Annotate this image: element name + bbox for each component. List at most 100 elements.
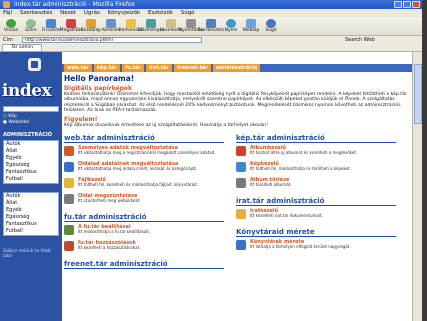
- language-button[interactable]: Nyelv: [222, 17, 240, 34]
- url-input[interactable]: http://www.tar.hu/adminisztracio.phtml: [22, 37, 202, 43]
- home-icon: [86, 19, 96, 28]
- list-item[interactable]: Egyéb: [6, 207, 58, 214]
- main-content: Hello Panorama! Digitális papírképek Ked…: [64, 74, 409, 128]
- list-item[interactable]: Képkezelő Itt töltheti fel, módosíthatja …: [236, 161, 406, 175]
- web-search-button[interactable]: Search Web: [345, 36, 375, 44]
- image-icon: [236, 162, 246, 172]
- vertical-scrollbar[interactable]: [412, 52, 422, 321]
- nav-fu-tar[interactable]: fu.tár: [122, 64, 144, 72]
- nav-irat-tar[interactable]: irat.tár: [145, 64, 172, 72]
- list-item[interactable]: Állat: [6, 148, 58, 155]
- list-item[interactable]: Egészség: [6, 162, 58, 169]
- search-icon: [106, 19, 116, 28]
- kep-tar-section: kép.tár adminisztráció Albumkezelő Itt ho…: [236, 134, 406, 253]
- reload-icon: [46, 19, 56, 28]
- scroll-thumb[interactable]: [414, 64, 422, 124]
- links-bar: Tár admin: [0, 44, 422, 52]
- menu-bookmarks[interactable]: Könyvjelzők: [105, 10, 144, 16]
- section-title: irat.tár adminisztráció: [236, 197, 396, 206]
- list-item[interactable]: Albumkezelő Itt hozhat létre új albumot é…: [236, 145, 406, 159]
- list-item[interactable]: Könyvtárak mérete Itt láthatja a tárhelye…: [236, 239, 406, 253]
- mail-icon: [166, 19, 176, 28]
- nav-kep-tar[interactable]: kép.tár: [93, 64, 121, 72]
- menu-go[interactable]: Ugrás: [81, 10, 103, 16]
- web-tar-section: web.tár adminisztráció Személyes adatok …: [64, 134, 234, 269]
- section-heading: Digitális papírképek: [64, 85, 132, 92]
- comment-icon: [64, 241, 74, 251]
- list-item[interactable]: Egyéb: [6, 155, 58, 162]
- disk-icon: [236, 240, 246, 250]
- back-icon: [6, 19, 16, 28]
- document-icon: [236, 209, 246, 219]
- section-title: kép.tár adminisztráció: [236, 134, 396, 143]
- menu-tools[interactable]: Eszközök: [145, 10, 176, 16]
- section-title: fu.tár adminisztráció: [64, 213, 224, 222]
- globe-icon: [226, 19, 236, 28]
- stop-button[interactable]: Megállítás: [60, 17, 82, 34]
- browser-window: index.tár adminisztráció - Mozilla Firef…: [0, 0, 422, 321]
- maximize-button[interactable]: [403, 1, 411, 8]
- sidebar-footer[interactable]: Szóljon nekünk ha hibát talál: [3, 248, 59, 258]
- category-list-1[interactable]: Autók Állat Egyéb Egészség Fantasztikus …: [3, 140, 59, 184]
- list-item[interactable]: Fantasztikus: [6, 169, 58, 176]
- list-item[interactable]: Oldalad adatainak megváltoztatása Itt vál…: [64, 161, 234, 175]
- list-item[interactable]: Autók: [6, 141, 58, 148]
- top-navigation: web.tár kép.tár fu.tár irat.tár freenet.…: [62, 64, 422, 72]
- list-item[interactable]: A fu.tár beállításai Itt módosíthatja a f…: [64, 224, 234, 238]
- list-item[interactable]: Fájlkezelő Itt töltheti fel, kezelheti és…: [64, 177, 234, 191]
- list-item[interactable]: Album törlése Itt törölheti albumát.: [236, 177, 406, 191]
- list-item[interactable]: Fantasztikus: [6, 221, 58, 228]
- menu-view[interactable]: Nézet: [57, 10, 79, 16]
- nav-web-tar[interactable]: web.tár: [64, 64, 92, 72]
- print-icon: [186, 19, 196, 28]
- forward-icon: [26, 19, 36, 28]
- list-item[interactable]: Futball: [6, 176, 58, 183]
- section-title: web.tár adminisztráció: [64, 134, 224, 143]
- menu-help[interactable]: Súgó: [178, 10, 198, 16]
- reload-button[interactable]: Frissítés: [42, 17, 60, 34]
- window-controls: [394, 1, 420, 8]
- back-button[interactable]: Vissza: [2, 17, 20, 34]
- stop-icon: [66, 19, 76, 28]
- list-item[interactable]: Futball: [6, 228, 58, 235]
- menu-edit[interactable]: Szerkesztés: [17, 10, 56, 16]
- user-icon: [64, 146, 74, 156]
- close-button[interactable]: [412, 1, 420, 8]
- help-button[interactable]: Súgó: [262, 17, 280, 34]
- address-label: Cím: [3, 37, 13, 43]
- folder-icon: [64, 178, 74, 188]
- toolbar: Vissza Előre Frissítés Megállítás Kezdől…: [0, 17, 422, 36]
- forward-button[interactable]: Előre: [22, 17, 40, 34]
- tab-tar-admin[interactable]: Tár admin: [2, 44, 43, 52]
- list-item[interactable]: Egészség: [6, 214, 58, 221]
- menu-file[interactable]: Fájl: [0, 10, 15, 16]
- trash-icon: [236, 178, 246, 188]
- radio-image[interactable]: ○ Kép: [3, 114, 17, 119]
- mail-button[interactable]: Levelezés: [160, 17, 182, 34]
- search-input[interactable]: [3, 106, 59, 112]
- search-button[interactable]: Keresés: [102, 17, 120, 34]
- list-item[interactable]: Személyes adatok megváltoztatása Itt vált…: [64, 145, 234, 159]
- trash-icon: [64, 194, 74, 204]
- title-bar: index.tár adminisztráció - Mozilla Firef…: [0, 0, 422, 9]
- list-item[interactable]: Autók: [6, 193, 58, 200]
- nav-admin[interactable]: adminisztráció: [212, 64, 261, 72]
- minimize-button[interactable]: [394, 1, 402, 8]
- window-title: index.tár adminisztráció - Mozilla Firef…: [14, 1, 136, 8]
- list-item[interactable]: Oldal megszüntetése Itt szüntetheti meg w…: [64, 193, 234, 207]
- edit-button[interactable]: Szerkesztés: [198, 17, 224, 34]
- sidebar: index ○ Kép ● Weboldal ADMINISZTRÁCIÓ Au…: [0, 52, 62, 321]
- list-item[interactable]: fu.tár hozzászólások Itt kezelheti a hozz…: [64, 240, 234, 254]
- home-button[interactable]: Kezdőlap: [81, 17, 101, 34]
- category-list-2[interactable]: Autók Állat Egyéb Egészség Fantasztikus …: [3, 192, 59, 236]
- list-item[interactable]: Állat: [6, 200, 58, 207]
- nav-freenet-tar[interactable]: freenet.tár: [173, 64, 211, 72]
- radio-website[interactable]: ● Weboldal: [3, 120, 29, 125]
- page-icon: [246, 19, 256, 28]
- history-button[interactable]: Előzmények: [137, 17, 165, 34]
- list-item[interactable]: Iratkezelő Itt kezelheti irat.tár dokumen…: [236, 208, 406, 222]
- section-title: freenet.tár adminisztráció: [64, 260, 224, 269]
- star-icon: [126, 19, 136, 28]
- logo[interactable]: index: [2, 58, 60, 100]
- webpage-button[interactable]: Weblap: [242, 17, 260, 34]
